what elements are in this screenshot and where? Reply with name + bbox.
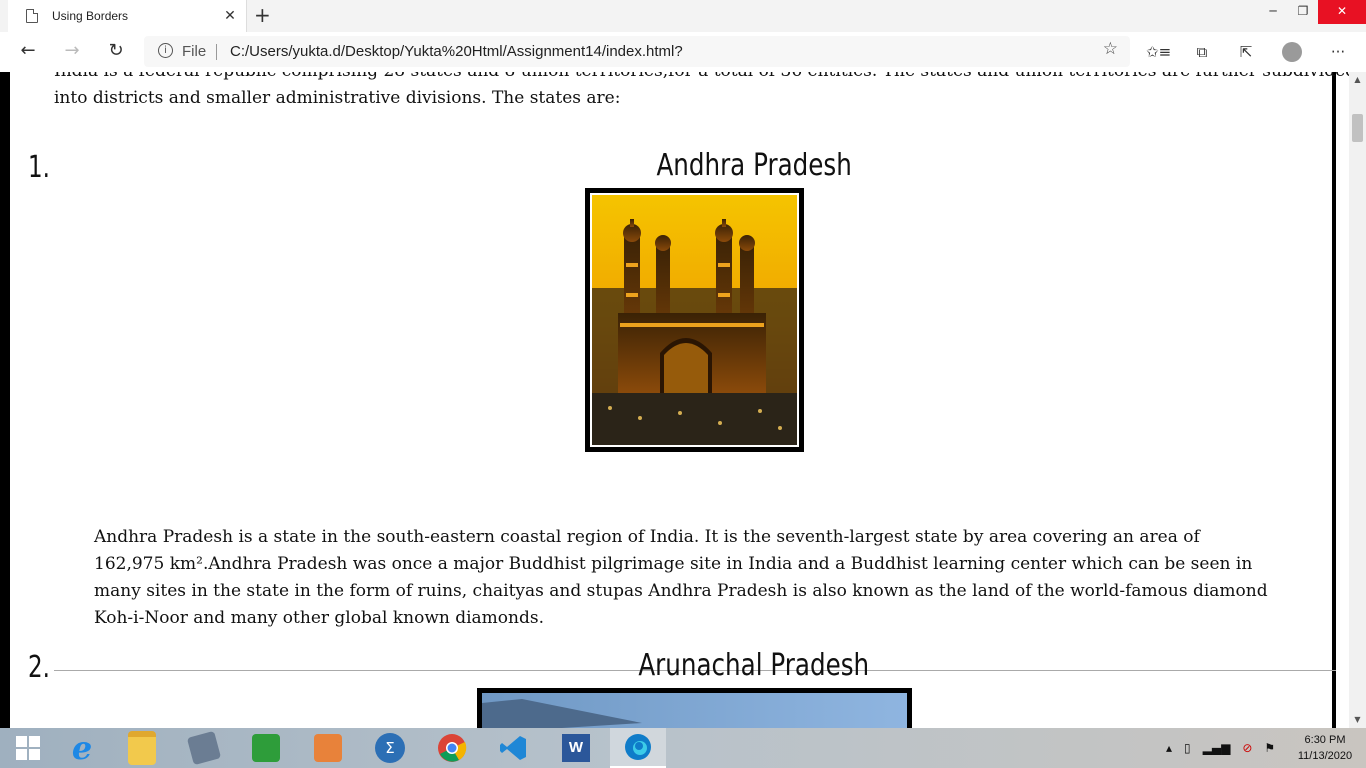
taskbar-file-explorer[interactable] (114, 728, 170, 768)
taskbar-vscode[interactable] (486, 728, 542, 768)
windows-logo-icon (16, 736, 40, 760)
info-icon[interactable]: i (158, 43, 173, 58)
system-tray: ▴ ▯ ▂▄▆ ⊘ ⚑ (1166, 728, 1275, 768)
collections-icon[interactable]: ⧉ (1190, 40, 1214, 64)
scroll-down-arrow-icon[interactable]: ▼ (1349, 712, 1366, 728)
state-heading-text: Andhra Pradesh (656, 148, 852, 183)
arunachal-photo (482, 693, 907, 728)
state-heading: Arunachal Pradesh (440, 648, 1068, 683)
page-icon (26, 9, 38, 23)
toolbar: ← → ↻ i File C:/Users/yukta.d/Desktop/Yu… (0, 32, 1366, 73)
state-number: 1. (28, 150, 50, 185)
tab-title: Using Borders (52, 9, 129, 23)
page-viewport: India is a federal republic comprising 2… (0, 72, 1349, 728)
new-tab-button[interactable]: + (254, 3, 271, 27)
taskbar-math-input[interactable]: Σ (362, 728, 418, 768)
state-heading-text: Arunachal Pradesh (638, 648, 870, 683)
clock-date: 11/13/2020 (1297, 750, 1353, 762)
address-bar[interactable]: i File C:/Users/yukta.d/Desktop/Yukta%20… (144, 36, 1130, 67)
back-button[interactable]: ← (16, 40, 40, 64)
calendar-icon (314, 734, 342, 762)
scrollbar-thumb[interactable] (1352, 114, 1363, 142)
volume-muted-icon[interactable]: ⊘ (1242, 741, 1252, 755)
forward-button[interactable]: → (60, 40, 84, 64)
state-heading: Andhra Pradesh (440, 148, 1068, 183)
refresh-button[interactable]: ↻ (104, 40, 128, 64)
avatar (1282, 42, 1302, 62)
math-input-icon: Σ (375, 733, 405, 763)
close-window-button[interactable]: ✕ (1318, 0, 1366, 24)
taskbar-chrome[interactable] (424, 728, 480, 768)
edge-icon (625, 734, 651, 760)
taskbar-outlook[interactable] (300, 728, 356, 768)
battery-icon[interactable]: ▯ (1184, 741, 1191, 755)
clock-time: 6:30 PM (1304, 734, 1346, 746)
film-icon (186, 730, 222, 766)
taskbar-video-editor[interactable] (176, 728, 232, 768)
word-icon: W (562, 734, 590, 762)
profile-button[interactable] (1280, 40, 1304, 64)
state-description: Andhra Pradesh is a state in the south-e… (94, 527, 1268, 628)
vscode-icon (500, 736, 526, 760)
taskbar: e Σ W ▴ ▯ ▂▄▆ ⊘ ⚑ 6:30 PM 11/13/2020 (0, 728, 1366, 768)
intro-paragraph: India is a federal republic comprising 2… (54, 72, 1349, 112)
network-icon[interactable]: ▂▄▆ (1203, 741, 1231, 755)
vertical-scrollbar[interactable]: ▲ ▼ (1349, 72, 1366, 728)
internet-explorer-icon: e (71, 729, 93, 767)
intro-line-2: into districts and smaller administrativ… (54, 88, 621, 108)
state-photo-frame (477, 688, 912, 728)
taskbar-edge[interactable] (610, 728, 666, 768)
store-icon (252, 734, 280, 762)
share-icon[interactable]: ⇱ (1234, 40, 1258, 64)
more-menu-icon[interactable]: ··· (1326, 40, 1350, 64)
taskbar-internet-explorer[interactable]: e (54, 728, 110, 768)
tray-overflow-icon[interactable]: ▴ (1166, 741, 1172, 755)
taskbar-store[interactable] (238, 728, 294, 768)
url-separator (216, 44, 217, 60)
tab-strip: Using Borders ✕ + ─ ❐ ✕ (0, 0, 1366, 32)
url-scheme-label: File (182, 43, 207, 60)
chrome-icon (438, 734, 467, 762)
action-center-icon[interactable]: ⚑ (1264, 741, 1275, 755)
url-text[interactable]: C:/Users/yukta.d/Desktop/Yukta%20Html/As… (230, 43, 683, 60)
tab-close-icon[interactable]: ✕ (220, 8, 240, 24)
favorites-icon[interactable]: ✩≡ (1146, 40, 1171, 64)
clock[interactable]: 6:30 PM 11/13/2020 (1290, 732, 1360, 764)
favorite-star-icon[interactable]: ☆ (1103, 39, 1118, 59)
start-button[interactable] (0, 728, 56, 768)
intro-line-1: India is a federal republic comprising 2… (54, 72, 1349, 85)
charminar-photo (592, 195, 797, 445)
folder-icon (128, 731, 156, 765)
scroll-up-arrow-icon[interactable]: ▲ (1349, 72, 1366, 88)
state-photo-frame (585, 188, 804, 452)
taskbar-word[interactable]: W (548, 728, 604, 768)
browser-tab[interactable]: Using Borders ✕ (8, 0, 247, 32)
state-number: 2. (28, 650, 50, 685)
